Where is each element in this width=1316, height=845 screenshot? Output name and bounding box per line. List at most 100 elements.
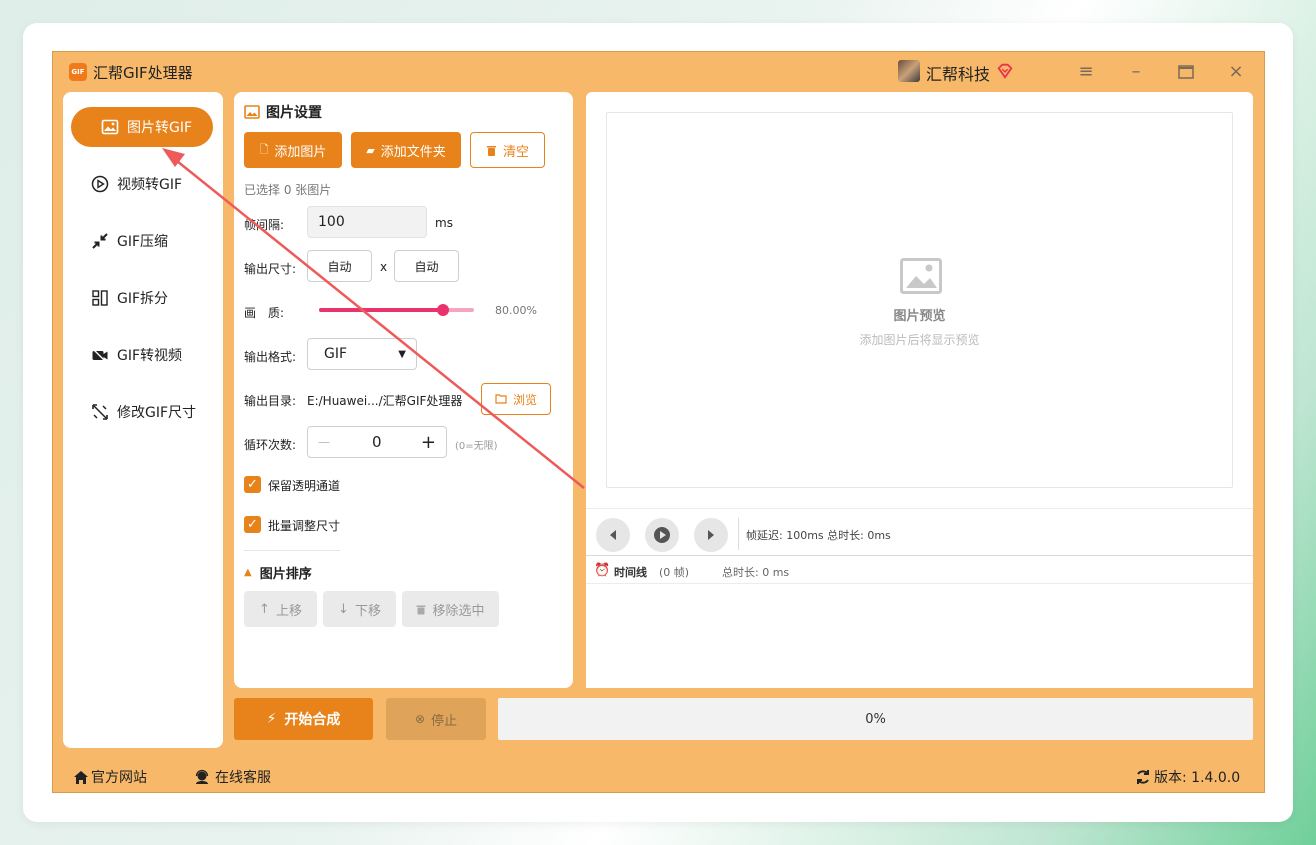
add-image-button[interactable]: 🗋 添加图片: [244, 132, 342, 168]
progress-bar: 0%: [498, 698, 1253, 740]
timeline-area: [586, 585, 1253, 688]
folder-icon: [495, 394, 507, 404]
maximize-button[interactable]: [1173, 60, 1199, 84]
triangle-right-icon: [708, 530, 714, 540]
increment-button[interactable]: +: [421, 432, 436, 453]
clear-button[interactable]: 清空: [470, 132, 545, 168]
maximize-icon: [1178, 65, 1194, 79]
split-icon: [92, 290, 108, 306]
play-button[interactable]: [645, 518, 679, 552]
move-up-button[interactable]: ↑ 上移: [244, 591, 317, 627]
title-bar: GIF 汇帮GIF处理器 汇帮科技 ≡ – ×: [53, 52, 1264, 92]
move-down-label: 下移: [354, 603, 381, 619]
nav-item-label: GIF拆分: [117, 291, 169, 307]
slider-fill: [319, 308, 443, 312]
website-link[interactable]: 官方网站: [73, 767, 147, 787]
preview-hint: 添加图片后将显示预览: [859, 333, 980, 347]
keep-alpha-checkbox[interactable]: ✓: [244, 476, 261, 493]
next-frame-button[interactable]: [694, 518, 728, 552]
browse-label: 浏览: [512, 392, 537, 407]
vip-diamond-icon: [997, 63, 1013, 79]
trash-icon: [416, 605, 426, 614]
image-settings-icon: [244, 105, 260, 119]
home-icon: [74, 770, 88, 784]
frame-interval-input[interactable]: 100: [307, 206, 427, 238]
batch-resize-checkbox[interactable]: ✓: [244, 516, 261, 533]
app-window: GIF 汇帮GIF处理器 汇帮科技 ≡ – × 图片转GIF 视频转GIF GI…: [52, 51, 1265, 793]
support-label: 在线客服: [215, 770, 271, 786]
play-circle-icon: [91, 175, 109, 193]
format-select[interactable]: GIF ▼: [307, 338, 417, 370]
progress-value: 0%: [865, 711, 886, 727]
quality-label: 画 质:: [244, 306, 285, 320]
preview-panel: 图片预览 添加图片后将显示预览 帧延迟: 100ms 总时长: 0ms ⏰ 时间…: [586, 92, 1253, 688]
sort-title: 图片排序: [259, 567, 312, 582]
support-link[interactable]: 在线客服: [194, 767, 271, 787]
move-down-button[interactable]: ↓ 下移: [323, 591, 396, 627]
nav-item-video-to-gif[interactable]: 视频转GIF: [71, 164, 213, 204]
brand-name: 汇帮科技: [926, 65, 991, 84]
settings-title-label: 图片设置: [266, 105, 322, 121]
close-button[interactable]: ×: [1223, 60, 1249, 84]
nav-item-image-to-gif[interactable]: 图片转GIF: [71, 107, 213, 147]
decrement-button[interactable]: —: [318, 435, 330, 449]
nav-item-label: GIF转视频: [117, 348, 183, 364]
remove-selected-button[interactable]: 移除选中: [402, 591, 499, 627]
clear-label: 清空: [502, 144, 529, 160]
minimize-button[interactable]: –: [1123, 60, 1149, 84]
arrow-down-icon: ↓: [338, 601, 349, 617]
nav-item-gif-compress[interactable]: GIF压缩: [71, 221, 213, 261]
loop-hint: (0=无限): [455, 441, 498, 452]
sort-section-header[interactable]: ▲ 图片排序: [244, 563, 312, 582]
width-input[interactable]: 自动: [307, 250, 372, 282]
slider-thumb[interactable]: [437, 304, 449, 316]
nav-item-label: GIF压缩: [117, 234, 169, 250]
nav-item-gif-split[interactable]: GIF拆分: [71, 278, 213, 318]
preview-area: 图片预览 添加图片后将显示预览: [606, 112, 1233, 488]
format-select-value: GIF: [324, 346, 348, 362]
timeline-count: (0 帧): [659, 566, 690, 579]
loop-stepper[interactable]: — 0 +: [307, 426, 447, 458]
app-title: 汇帮GIF处理器: [93, 64, 193, 82]
clock-icon: ⏰: [594, 563, 611, 578]
quality-slider[interactable]: [319, 304, 474, 316]
height-input[interactable]: 自动: [394, 250, 459, 282]
image-placeholder-icon: [900, 258, 942, 294]
collapse-icon: ▲: [244, 567, 252, 578]
playback-controls: 帧延迟: 100ms 总时长: 0ms: [586, 508, 1253, 556]
loop-label: 循环次数:: [244, 438, 297, 452]
output-size-label: 输出尺寸:: [244, 262, 297, 276]
menu-icon[interactable]: ≡: [1073, 60, 1099, 84]
start-label: 开始合成: [284, 712, 341, 728]
nav-item-label: 视频转GIF: [117, 177, 183, 193]
folder-plus-icon: ▰: [366, 143, 375, 157]
version-label: 版本: 1.4.0.0: [1154, 770, 1241, 786]
nav-item-label: 修改GIF尺寸: [117, 405, 197, 421]
start-button[interactable]: ⚡ 开始合成: [234, 698, 373, 740]
video-icon: [92, 349, 108, 362]
timeline-label: 时间线: [614, 566, 647, 579]
stop-button[interactable]: ⊗ 停止: [386, 698, 486, 740]
add-folder-label: 添加文件夹: [380, 144, 446, 160]
browse-button[interactable]: 浏览: [481, 383, 551, 415]
output-dir-value: E:/Huawei.../汇帮GIF处理器: [307, 394, 463, 408]
arrow-up-icon: ↑: [259, 601, 270, 617]
version-info[interactable]: 版本: 1.4.0.0: [1135, 767, 1240, 787]
triangle-left-icon: [610, 530, 616, 540]
trash-icon: [486, 146, 496, 156]
loop-value: 0: [372, 433, 382, 451]
lightning-icon: ⚡: [266, 711, 277, 727]
app-logo-icon: GIF: [69, 63, 87, 81]
playback-status: 帧延迟: 100ms 总时长: 0ms: [746, 529, 891, 542]
previous-frame-button[interactable]: [596, 518, 630, 552]
refresh-icon: [1137, 770, 1149, 784]
add-image-label: 添加图片: [274, 144, 327, 160]
play-icon: [654, 527, 670, 543]
stop-circle-icon: ⊗: [414, 712, 426, 726]
add-folder-button[interactable]: ▰ 添加文件夹: [351, 132, 461, 168]
nav-item-gif-resize[interactable]: 修改GIF尺寸: [71, 392, 213, 432]
compress-icon: [92, 233, 108, 249]
nav-item-gif-to-video[interactable]: GIF转视频: [71, 335, 213, 375]
resize-icon: [92, 404, 108, 420]
timeline-total: 总时长: 0 ms: [722, 566, 790, 579]
